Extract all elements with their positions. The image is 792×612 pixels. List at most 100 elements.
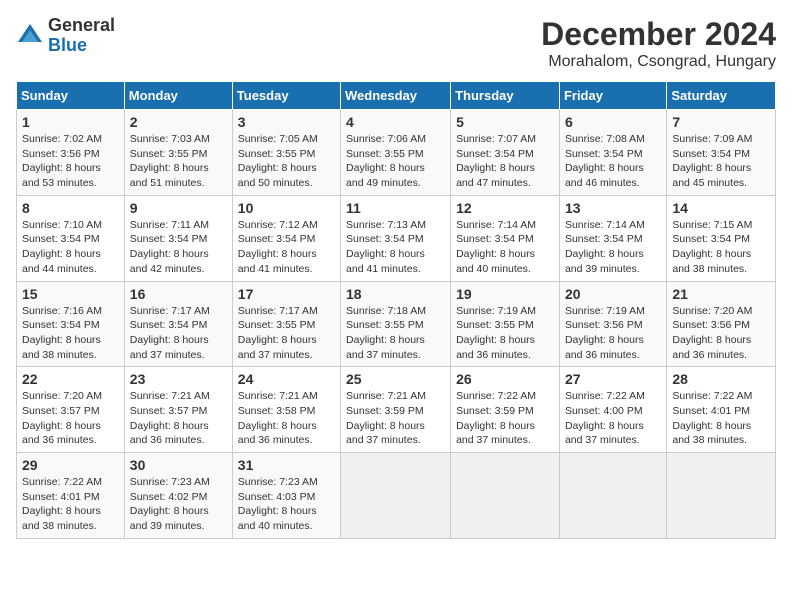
day-number: 8 (22, 200, 119, 216)
calendar-table: Sunday Monday Tuesday Wednesday Thursday… (16, 81, 776, 539)
day-info: Sunrise: 7:06 AMSunset: 3:55 PMDaylight:… (346, 132, 445, 191)
calendar-cell: 5 Sunrise: 7:07 AMSunset: 3:54 PMDaylight… (451, 110, 560, 196)
day-number: 12 (456, 200, 554, 216)
main-title: December 2024 (541, 16, 776, 53)
calendar-cell: 20 Sunrise: 7:19 AMSunset: 3:56 PMDayligh… (559, 281, 666, 367)
col-friday: Friday (559, 82, 666, 110)
calendar-cell: 3 Sunrise: 7:05 AMSunset: 3:55 PMDaylight… (232, 110, 340, 196)
col-tuesday: Tuesday (232, 82, 340, 110)
calendar-week-5: 29 Sunrise: 7:22 AMSunset: 4:01 PMDayligh… (17, 453, 776, 539)
day-number: 22 (22, 371, 119, 387)
day-info: Sunrise: 7:21 AMSunset: 3:58 PMDaylight:… (238, 389, 335, 448)
day-number: 3 (238, 114, 335, 130)
day-info: Sunrise: 7:07 AMSunset: 3:54 PMDaylight:… (456, 132, 554, 191)
calendar-week-3: 15 Sunrise: 7:16 AMSunset: 3:54 PMDayligh… (17, 281, 776, 367)
day-info: Sunrise: 7:05 AMSunset: 3:55 PMDaylight:… (238, 132, 335, 191)
calendar-week-1: 1 Sunrise: 7:02 AMSunset: 3:56 PMDaylight… (17, 110, 776, 196)
day-info: Sunrise: 7:22 AMSunset: 4:00 PMDaylight:… (565, 389, 661, 448)
col-saturday: Saturday (667, 82, 776, 110)
day-info: Sunrise: 7:10 AMSunset: 3:54 PMDaylight:… (22, 218, 119, 277)
calendar-cell: 21 Sunrise: 7:20 AMSunset: 3:56 PMDayligh… (667, 281, 776, 367)
day-info: Sunrise: 7:16 AMSunset: 3:54 PMDaylight:… (22, 304, 119, 363)
col-sunday: Sunday (17, 82, 125, 110)
calendar-cell: 4Sunrise: 7:06 AMSunset: 3:55 PMDaylight… (341, 110, 451, 196)
calendar-cell: 8 Sunrise: 7:10 AMSunset: 3:54 PMDaylight… (17, 195, 125, 281)
day-number: 2 (130, 114, 227, 130)
day-number: 1 (22, 114, 119, 130)
col-monday: Monday (124, 82, 232, 110)
day-info: Sunrise: 7:23 AMSunset: 4:02 PMDaylight:… (130, 475, 227, 534)
day-number: 26 (456, 371, 554, 387)
calendar-cell: 14Sunrise: 7:15 AMSunset: 3:54 PMDayligh… (667, 195, 776, 281)
day-number: 15 (22, 286, 119, 302)
calendar-cell: 11 Sunrise: 7:13 AMSunset: 3:54 PMDayligh… (341, 195, 451, 281)
calendar-cell: 30 Sunrise: 7:23 AMSunset: 4:02 PMDayligh… (124, 453, 232, 539)
calendar-cell: 26Sunrise: 7:22 AMSunset: 3:59 PMDayligh… (451, 367, 560, 453)
calendar-cell: 28 Sunrise: 7:22 AMSunset: 4:01 PMDayligh… (667, 367, 776, 453)
title-block: December 2024 Morahalom, Csongrad, Hunga… (541, 16, 776, 71)
calendar-cell (667, 453, 776, 539)
day-number: 13 (565, 200, 661, 216)
day-number: 16 (130, 286, 227, 302)
logo-icon (16, 22, 44, 50)
day-info: Sunrise: 7:21 AMSunset: 3:57 PMDaylight:… (130, 389, 227, 448)
day-info: Sunrise: 7:08 AMSunset: 3:54 PMDaylight:… (565, 132, 661, 191)
day-number: 9 (130, 200, 227, 216)
day-number: 20 (565, 286, 661, 302)
day-number: 6 (565, 114, 661, 130)
calendar-cell: 9 Sunrise: 7:11 AMSunset: 3:54 PMDaylight… (124, 195, 232, 281)
day-number: 17 (238, 286, 335, 302)
logo: General Blue (16, 16, 115, 56)
day-info: Sunrise: 7:09 AMSunset: 3:54 PMDaylight:… (672, 132, 770, 191)
day-number: 11 (346, 200, 445, 216)
day-info: Sunrise: 7:20 AMSunset: 3:57 PMDaylight:… (22, 389, 119, 448)
day-number: 23 (130, 371, 227, 387)
day-info: Sunrise: 7:17 AMSunset: 3:54 PMDaylight:… (130, 304, 227, 363)
calendar-cell: 13 Sunrise: 7:14 AMSunset: 3:54 PMDayligh… (559, 195, 666, 281)
day-info: Sunrise: 7:19 AMSunset: 3:56 PMDaylight:… (565, 304, 661, 363)
day-info: Sunrise: 7:22 AMSunset: 4:01 PMDaylight:… (22, 475, 119, 534)
day-number: 28 (672, 371, 770, 387)
calendar-header-row: Sunday Monday Tuesday Wednesday Thursday… (17, 82, 776, 110)
day-info: Sunrise: 7:21 AMSunset: 3:59 PMDaylight:… (346, 389, 445, 448)
day-info: Sunrise: 7:02 AMSunset: 3:56 PMDaylight:… (22, 132, 119, 191)
calendar-cell: 2Sunrise: 7:03 AMSunset: 3:55 PMDaylight… (124, 110, 232, 196)
day-info: Sunrise: 7:14 AMSunset: 3:54 PMDaylight:… (565, 218, 661, 277)
day-info: Sunrise: 7:11 AMSunset: 3:54 PMDaylight:… (130, 218, 227, 277)
calendar-cell: 22 Sunrise: 7:20 AMSunset: 3:57 PMDayligh… (17, 367, 125, 453)
day-info: Sunrise: 7:23 AMSunset: 4:03 PMDaylight:… (238, 475, 335, 534)
calendar-cell: 27 Sunrise: 7:22 AMSunset: 4:00 PMDayligh… (559, 367, 666, 453)
calendar-cell: 19Sunrise: 7:19 AMSunset: 3:55 PMDayligh… (451, 281, 560, 367)
day-info: Sunrise: 7:17 AMSunset: 3:55 PMDaylight:… (238, 304, 335, 363)
calendar-week-4: 22 Sunrise: 7:20 AMSunset: 3:57 PMDayligh… (17, 367, 776, 453)
col-thursday: Thursday (451, 82, 560, 110)
day-number: 24 (238, 371, 335, 387)
calendar-cell: 18Sunrise: 7:18 AMSunset: 3:55 PMDayligh… (341, 281, 451, 367)
calendar-cell: 29 Sunrise: 7:22 AMSunset: 4:01 PMDayligh… (17, 453, 125, 539)
calendar-cell: 17 Sunrise: 7:17 AMSunset: 3:55 PMDayligh… (232, 281, 340, 367)
day-info: Sunrise: 7:12 AMSunset: 3:54 PMDaylight:… (238, 218, 335, 277)
day-info: Sunrise: 7:13 AMSunset: 3:54 PMDaylight:… (346, 218, 445, 277)
calendar-cell: 31Sunrise: 7:23 AMSunset: 4:03 PMDayligh… (232, 453, 340, 539)
day-number: 18 (346, 286, 445, 302)
day-number: 5 (456, 114, 554, 130)
day-number: 27 (565, 371, 661, 387)
day-number: 10 (238, 200, 335, 216)
day-info: Sunrise: 7:20 AMSunset: 3:56 PMDaylight:… (672, 304, 770, 363)
col-wednesday: Wednesday (341, 82, 451, 110)
calendar-cell: 23 Sunrise: 7:21 AMSunset: 3:57 PMDayligh… (124, 367, 232, 453)
day-number: 19 (456, 286, 554, 302)
logo-blue-text: Blue (48, 36, 115, 56)
day-number: 29 (22, 457, 119, 473)
calendar-week-2: 8 Sunrise: 7:10 AMSunset: 3:54 PMDaylight… (17, 195, 776, 281)
day-number: 30 (130, 457, 227, 473)
day-info: Sunrise: 7:15 AMSunset: 3:54 PMDaylight:… (672, 218, 770, 277)
day-number: 21 (672, 286, 770, 302)
day-number: 25 (346, 371, 445, 387)
calendar-cell (341, 453, 451, 539)
day-info: Sunrise: 7:22 AMSunset: 4:01 PMDaylight:… (672, 389, 770, 448)
calendar-cell (451, 453, 560, 539)
calendar-cell: 16 Sunrise: 7:17 AMSunset: 3:54 PMDayligh… (124, 281, 232, 367)
calendar-cell: 7Sunrise: 7:09 AMSunset: 3:54 PMDaylight… (667, 110, 776, 196)
calendar-cell: 6 Sunrise: 7:08 AMSunset: 3:54 PMDaylight… (559, 110, 666, 196)
